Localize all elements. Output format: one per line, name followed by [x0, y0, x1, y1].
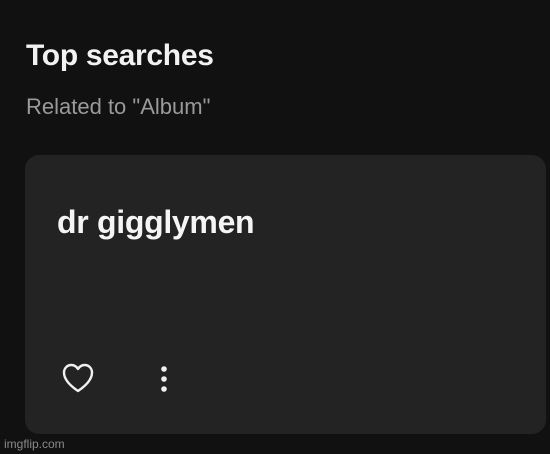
top-searches-section: Top searches Related to "Album" dr giggl…	[0, 0, 550, 454]
more-vertical-icon	[161, 366, 167, 392]
result-title: dr gigglymen	[57, 204, 255, 240]
imgflip-watermark: imgflip.com	[4, 437, 65, 451]
top-search-result-card[interactable]: dr gigglymen	[25, 155, 546, 434]
more-options-button[interactable]	[149, 358, 179, 398]
heart-icon	[62, 363, 94, 393]
section-title: Top searches	[26, 39, 214, 72]
like-button[interactable]	[58, 358, 98, 398]
section-subtitle: Related to "Album"	[26, 94, 211, 119]
